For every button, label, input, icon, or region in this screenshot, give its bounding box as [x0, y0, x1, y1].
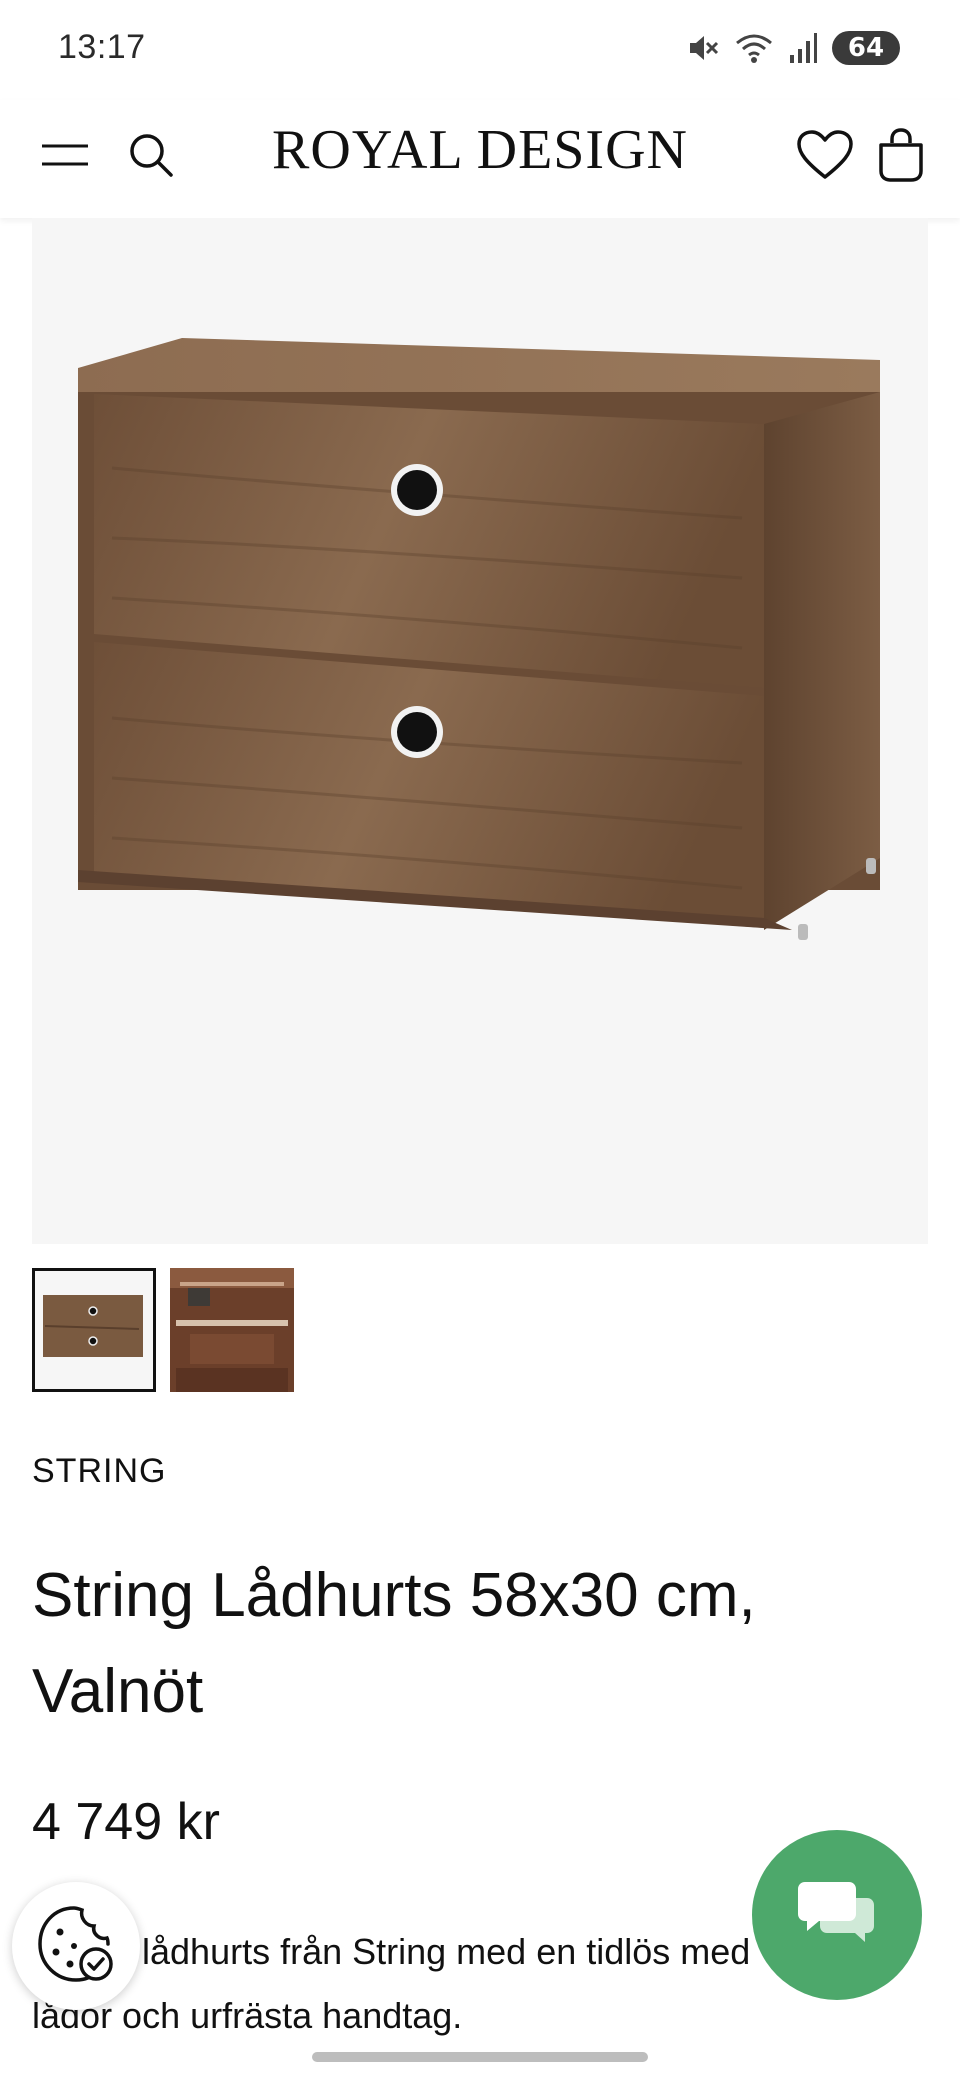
status-bar: 13:17 64	[0, 0, 960, 100]
cart-button[interactable]	[866, 122, 936, 192]
product-brand[interactable]: STRING	[32, 1452, 166, 1491]
product-description: lådhurts från String med en tidlös med l…	[32, 1920, 792, 2048]
wishlist-button[interactable]	[790, 122, 860, 192]
site-header: ROYAL DESIGN	[0, 100, 960, 218]
product-price: 4 749 kr	[32, 1793, 220, 1851]
signal-icon	[788, 31, 818, 65]
chat-icon	[797, 1878, 877, 1953]
thumbnail-drawer-unit[interactable]	[32, 1268, 156, 1392]
wifi-icon	[734, 31, 774, 65]
product-title: String Lådhurts 58x30 cm, Valnöt	[32, 1561, 756, 1726]
thumbnail-interior[interactable]	[170, 1268, 294, 1392]
status-time: 13:17	[58, 28, 146, 66]
battery-indicator: 64	[832, 31, 900, 65]
home-indicator[interactable]	[312, 2052, 648, 2062]
product-page: 13:17 64 ROYAL DESIGN STRING String Lådh…	[0, 0, 960, 2080]
product-image-main[interactable]	[32, 218, 928, 1244]
drawer-unit-illustration	[78, 338, 880, 940]
bag-icon	[876, 127, 926, 188]
status-icons: 64	[686, 28, 900, 68]
cookie-icon	[34, 1902, 118, 1991]
heart-icon	[796, 129, 854, 186]
chat-button[interactable]	[752, 1830, 922, 2000]
thumbnail-strip	[32, 1268, 294, 1392]
cookie-settings-button[interactable]	[12, 1882, 140, 2010]
mute-icon	[686, 31, 720, 65]
